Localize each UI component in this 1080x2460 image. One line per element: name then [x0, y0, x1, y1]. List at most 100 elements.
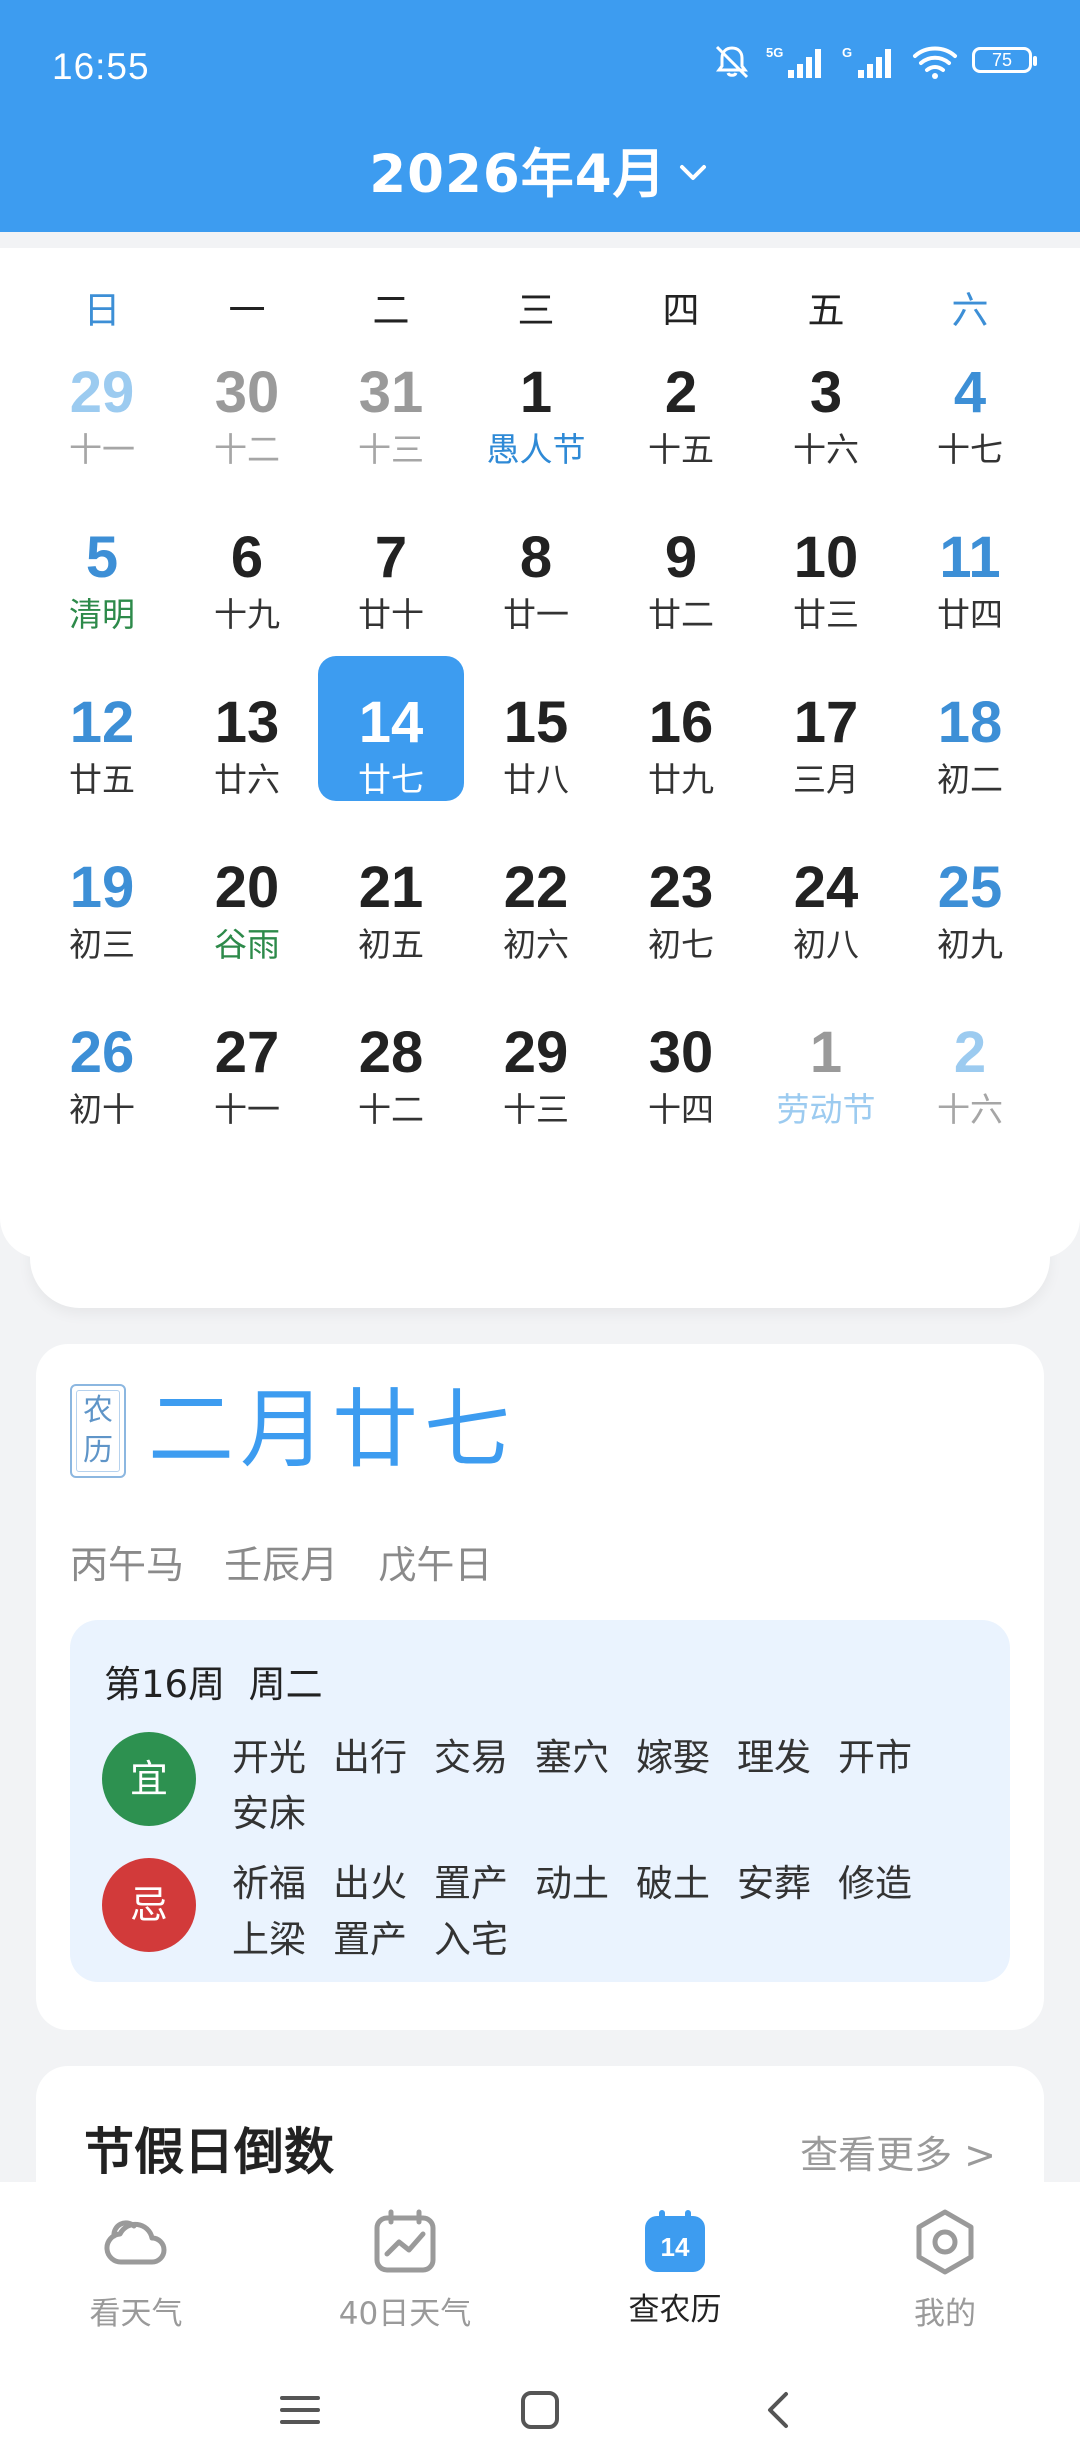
calendar-day[interactable]: 25 初九	[897, 847, 1043, 992]
menu-icon	[280, 2396, 320, 2424]
day-lunar-label: 初二	[937, 760, 1003, 799]
calendar-day[interactable]: 9 廿二	[608, 517, 754, 662]
calendar-day[interactable]: 8 廿一	[463, 517, 609, 662]
ji-item: 祈福	[232, 1862, 306, 1905]
day-number: 21	[358, 855, 424, 920]
calendar-day[interactable]: 20 谷雨	[174, 847, 320, 992]
day-number: 30	[648, 1020, 714, 1085]
day-number: 26	[69, 1020, 135, 1085]
calendar-day[interactable]: 2 十五	[608, 352, 754, 497]
day-number: 2	[953, 1020, 987, 1085]
calendar-day[interactable]: 3 十六	[753, 352, 899, 497]
calendar-day[interactable]: 17 三月	[753, 682, 899, 827]
calendar-day[interactable]: 1 愚人节	[463, 352, 609, 497]
day-number: 15	[503, 690, 569, 755]
calendar-day[interactable]: 30 十二	[174, 352, 320, 497]
nav-lunar-calendar[interactable]: 14 查农历	[575, 2206, 775, 2329]
calendar-day[interactable]: 22 初六	[463, 847, 609, 992]
calendar-day[interactable]: 1 劳动节	[753, 1012, 899, 1157]
ji-item: 破土	[636, 1862, 710, 1905]
calendar-day[interactable]: 11 廿四	[897, 517, 1043, 662]
calendar-day[interactable]: 28 十二	[318, 1012, 464, 1157]
calendar-day[interactable]: 31 十三	[318, 352, 464, 497]
calendar-day[interactable]: 30 十四	[608, 1012, 754, 1157]
day-number: 30	[214, 360, 280, 425]
day-number: 10	[793, 525, 859, 590]
calendar-day[interactable]: 5 清明	[29, 517, 175, 662]
ji-item: 安葬	[737, 1862, 811, 1905]
weekday-tue: 二	[372, 289, 410, 332]
month-selector[interactable]: 2026年4月	[0, 130, 1080, 210]
calendar-day[interactable]: 19 初三	[29, 847, 175, 992]
yi-item: 安床	[232, 1792, 306, 1835]
nav-40day-weather[interactable]: 40日天气	[305, 2206, 505, 2333]
yi-item: 出行	[333, 1736, 407, 1779]
day-lunar-label: 三月	[793, 760, 859, 799]
day-lunar-label: 谷雨	[214, 925, 280, 964]
battery-icon: 75	[972, 47, 1038, 77]
day-lunar-label: 初六	[503, 925, 569, 964]
weekday-fri: 五	[807, 289, 845, 332]
day-lunar-label: 初九	[937, 925, 1003, 964]
day-number: 12	[69, 690, 135, 755]
weekday-wed: 三	[517, 289, 555, 332]
calendar-day[interactable]: 10 廿三	[753, 517, 899, 662]
yi-item: 开光	[232, 1736, 306, 1779]
calendar-day[interactable]: 2 十六	[897, 1012, 1043, 1157]
view-more-link[interactable]: 查看更多 >	[800, 2124, 996, 2179]
day-lunar-label: 十一	[69, 430, 135, 469]
day-lunar-label: 清明	[69, 595, 135, 634]
calendar-day[interactable]: 13 廿六	[174, 682, 320, 827]
calendar-day[interactable]: 29 十三	[463, 1012, 609, 1157]
calendar-day[interactable]: 16 廿九	[608, 682, 754, 827]
calendar-day[interactable]: 23 初七	[608, 847, 754, 992]
wifi-icon	[913, 46, 957, 79]
day-number: 23	[648, 855, 714, 920]
calendar-day[interactable]: 27 十一	[174, 1012, 320, 1157]
calendar-day[interactable]: 6 十九	[174, 517, 320, 662]
day-number: 1	[809, 1020, 843, 1085]
lunar-date: 二月廿七	[148, 1380, 516, 1480]
ji-item: 修造	[838, 1862, 912, 1905]
calendar-day[interactable]: 7 廿十	[318, 517, 464, 662]
calendar-day[interactable]: 26 初十	[29, 1012, 175, 1157]
day-lunar-label: 十三	[503, 1090, 569, 1129]
calendar-day[interactable]: 18 初二	[897, 682, 1043, 827]
day-lunar-label: 廿六	[214, 760, 280, 799]
nav-weather[interactable]: 看天气	[36, 2206, 236, 2333]
calendar-day[interactable]: 21 初五	[318, 847, 464, 992]
day-lunar-label: 廿四	[937, 595, 1003, 634]
day-number: 19	[69, 855, 135, 920]
day-number: 27	[214, 1020, 280, 1085]
day-number: 9	[664, 525, 698, 590]
calendar-day[interactable]: 24 初八	[753, 847, 899, 992]
cellular-5g-icon: 5G	[766, 45, 821, 78]
calendar-day[interactable]: 15 廿八	[463, 682, 609, 827]
calendar-day[interactable]: 12 廿五	[29, 682, 175, 827]
nav-mine-label: 我的	[914, 2296, 976, 2332]
home-square-icon	[521, 2391, 559, 2429]
ji-item: 置产	[333, 1918, 407, 1961]
day-lunar-label: 廿九	[648, 760, 714, 799]
calendar-day-selected[interactable]: 14 廿七	[318, 656, 464, 801]
day-lunar-label: 十二	[214, 430, 280, 469]
calendar-day[interactable]: 4 十七	[897, 352, 1043, 497]
nav-mine[interactable]: 我的	[845, 2206, 1045, 2333]
back-button[interactable]	[740, 2370, 820, 2450]
day-lunar-label: 初三	[69, 925, 135, 964]
mute-bell-icon	[715, 45, 749, 79]
home-button[interactable]	[500, 2370, 580, 2450]
day-number: 22	[503, 855, 569, 920]
yiji-panel[interactable]: 第16周 周二 宜 开光 出行 交易 塞穴 嫁娶 理发 开市安床 忌 祈福 出火 置产 动土 破土安…	[70, 1620, 1010, 1982]
calendar-day[interactable]: 29 十一	[29, 352, 175, 497]
day-lunar-label: 廿七	[358, 760, 424, 799]
ji-item: 置产	[434, 1862, 508, 1905]
day-number: 5	[85, 525, 119, 590]
system-navigation-bar	[0, 2360, 1080, 2460]
svg-text:5G: 5G	[766, 45, 783, 60]
ji-item: 入宅	[434, 1918, 508, 1961]
menu-button[interactable]	[260, 2370, 340, 2450]
yi-badge: 宜	[102, 1732, 196, 1826]
day-number: 3	[809, 360, 843, 425]
nav-weather-label: 看天气	[89, 2296, 183, 2332]
